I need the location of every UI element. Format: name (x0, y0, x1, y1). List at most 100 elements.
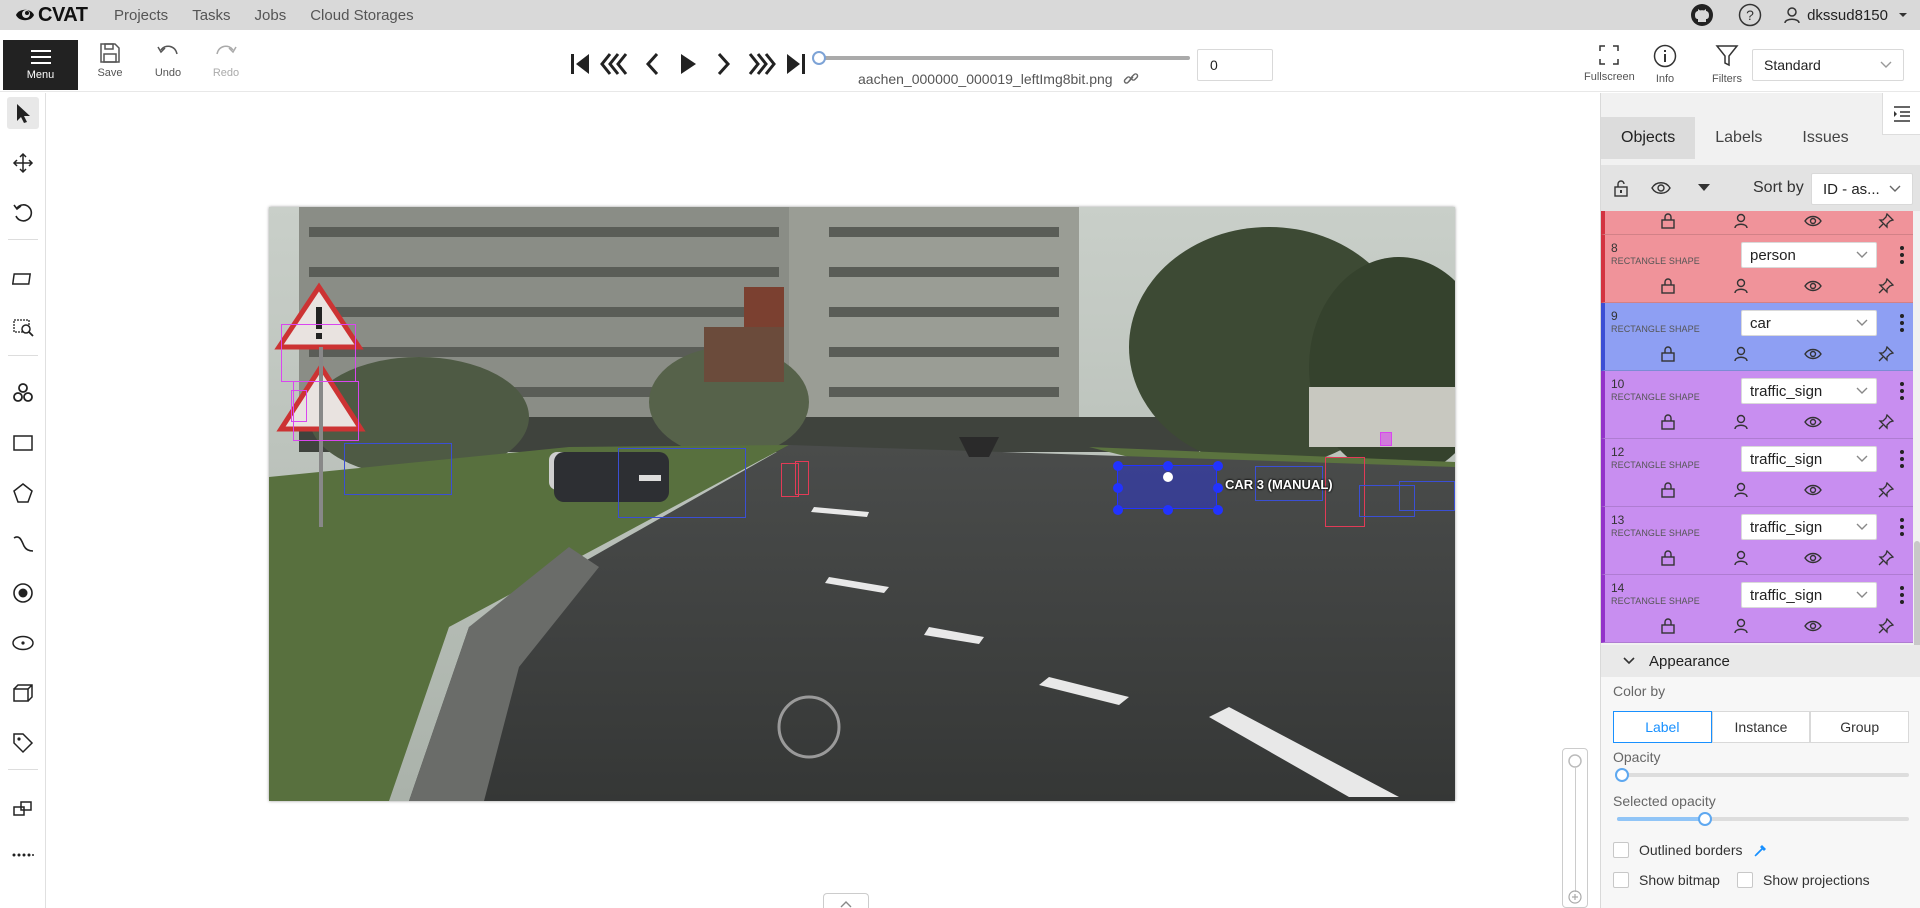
more-vertical-icon[interactable] (1897, 379, 1907, 403)
save-button[interactable]: Save (86, 42, 134, 88)
pin-icon[interactable] (1875, 616, 1897, 636)
link-icon[interactable] (1123, 72, 1139, 86)
info-button[interactable]: Info (1653, 44, 1677, 85)
eye-icon[interactable] (1802, 412, 1824, 432)
bbox-car[interactable] (618, 448, 746, 518)
more-vertical-icon[interactable] (1897, 447, 1907, 471)
user-icon[interactable] (1730, 480, 1752, 500)
fullscreen-button[interactable]: Fullscreen (1584, 44, 1635, 83)
user-icon[interactable] (1730, 211, 1752, 231)
object-label-select[interactable]: traffic_sign (1741, 514, 1877, 540)
draw-ellipse-tool[interactable] (7, 627, 39, 659)
bbox-car[interactable] (344, 443, 452, 495)
setup-tag-tool[interactable] (7, 727, 39, 759)
show-projections-checkbox[interactable] (1737, 872, 1753, 888)
canvas-zoom-slider[interactable] (1562, 748, 1588, 908)
user-menu[interactable]: dkssud8150 (1783, 6, 1908, 24)
eye-icon[interactable] (1802, 276, 1824, 296)
next-frame-button[interactable] (706, 50, 742, 78)
user-icon[interactable] (1730, 344, 1752, 364)
first-frame-button[interactable] (562, 50, 598, 78)
rotate-tool[interactable] (7, 197, 39, 229)
object-item[interactable]: 12 RECTANGLE SHAPE traffic_sign (1601, 439, 1913, 507)
help-icon[interactable]: ? (1735, 0, 1765, 30)
frame-number-input[interactable]: 0 (1197, 49, 1273, 81)
play-button[interactable] (670, 50, 706, 78)
eye-icon[interactable] (1802, 548, 1824, 568)
nav-tasks[interactable]: Tasks (192, 7, 230, 24)
nav-jobs[interactable]: Jobs (255, 7, 287, 24)
object-item[interactable]: 8 RECTANGLE SHAPE person (1601, 235, 1913, 303)
draw-rectangle-tool[interactable] (7, 427, 39, 459)
object-item[interactable]: 13 RECTANGLE SHAPE traffic_sign (1601, 507, 1913, 575)
sort-by-select[interactable]: ID - as... (1811, 173, 1913, 205)
tab-objects[interactable]: Objects (1601, 117, 1696, 159)
bbox-person[interactable] (795, 461, 809, 495)
opacity-slider[interactable] (1615, 768, 1909, 782)
nav-cloud-storages[interactable]: Cloud Storages (310, 7, 413, 24)
caret-down-icon[interactable] (1697, 183, 1711, 193)
more-vertical-icon[interactable] (1897, 583, 1907, 607)
more-tools[interactable] (7, 839, 39, 871)
eye-icon[interactable] (1802, 480, 1824, 500)
selected-opacity-slider[interactable] (1617, 812, 1909, 826)
forward-jump-button[interactable] (742, 50, 778, 78)
pin-icon[interactable] (1875, 548, 1897, 568)
opacity-slider-handle[interactable] (1615, 768, 1629, 782)
show-bitmap-checkbox[interactable] (1613, 872, 1629, 888)
color-by-label-option[interactable]: Label (1613, 711, 1712, 743)
pin-icon[interactable] (1875, 412, 1897, 432)
user-icon[interactable] (1730, 276, 1752, 296)
cursor-tool[interactable] (7, 97, 39, 129)
lock-icon[interactable] (1657, 412, 1679, 432)
outlined-borders-checkbox[interactable] (1613, 842, 1629, 858)
annotation-image[interactable]: CAR 3 (MANUAL) (269, 207, 1455, 801)
eye-icon[interactable] (1802, 344, 1824, 364)
frame-slider[interactable] (812, 50, 1192, 66)
object-item[interactable]: 10 RECTANGLE SHAPE traffic_sign (1601, 371, 1913, 439)
eye-icon[interactable] (1651, 181, 1671, 195)
bbox-traffic-sign[interactable] (281, 324, 356, 382)
cvat-logo[interactable]: CVAT (14, 4, 94, 27)
object-label-select[interactable]: car (1741, 310, 1877, 336)
draw-polyline-tool[interactable] (7, 527, 39, 559)
selected-bbox-car[interactable] (1113, 461, 1223, 515)
color-picker-icon[interactable] (1753, 842, 1769, 858)
more-vertical-icon[interactable] (1897, 311, 1907, 335)
draw-cuboid-tool[interactable] (7, 677, 39, 709)
pin-icon[interactable] (1875, 344, 1897, 364)
backward-jump-button[interactable] (598, 50, 634, 78)
pin-icon[interactable] (1875, 211, 1897, 231)
filters-button[interactable]: Filters (1712, 44, 1742, 85)
object-item[interactable]: 9 RECTANGLE SHAPE car (1601, 303, 1913, 371)
lock-icon[interactable] (1657, 480, 1679, 500)
appearance-header[interactable]: Appearance (1601, 645, 1920, 677)
lock-icon[interactable] (1657, 548, 1679, 568)
redo-button[interactable]: Redo (202, 42, 250, 88)
object-label-select[interactable]: traffic_sign (1741, 446, 1877, 472)
merge-tool[interactable] (7, 793, 39, 825)
canvas-area[interactable]: CAR 3 (MANUAL) (47, 93, 1600, 908)
user-icon[interactable] (1730, 548, 1752, 568)
more-vertical-icon[interactable] (1897, 515, 1907, 539)
color-by-instance-option[interactable]: Instance (1711, 711, 1811, 743)
lock-icon[interactable] (1657, 616, 1679, 636)
object-label-select[interactable]: person (1741, 242, 1877, 268)
lock-icon[interactable] (1657, 344, 1679, 364)
pin-icon[interactable] (1875, 480, 1897, 500)
last-frame-button[interactable] (778, 50, 814, 78)
eye-icon[interactable] (1802, 211, 1824, 231)
selected-opacity-slider-handle[interactable] (1697, 812, 1712, 826)
bbox-traffic-sign[interactable] (291, 390, 307, 422)
fit-image-tool[interactable] (7, 263, 39, 295)
github-icon[interactable] (1687, 0, 1717, 30)
zoom-in-icon[interactable] (1563, 887, 1587, 907)
zoom-region-tool[interactable] (7, 311, 39, 343)
frame-slider-handle[interactable] (812, 51, 826, 65)
tab-issues[interactable]: Issues (1782, 117, 1868, 159)
draw-points-tool[interactable] (7, 577, 39, 609)
more-vertical-icon[interactable] (1897, 243, 1907, 267)
bbox-car[interactable] (1399, 481, 1455, 511)
user-icon[interactable] (1730, 616, 1752, 636)
pin-icon[interactable] (1875, 276, 1897, 296)
